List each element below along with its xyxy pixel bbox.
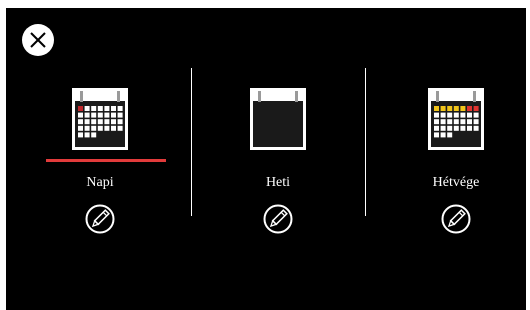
calendar-day-cell — [440, 112, 446, 118]
option-label-weekend: Hétvége — [432, 175, 480, 190]
calendar-day-cell — [78, 106, 83, 111]
option-weekly[interactable]: Heti — [191, 78, 365, 238]
calendar-day-cell — [97, 106, 103, 111]
calendar-day-cell — [440, 132, 446, 138]
calendar-day-cell — [97, 119, 103, 125]
calendar-day-cell — [117, 112, 123, 118]
close-button[interactable] — [22, 24, 54, 56]
option-label-weekly: Heti — [265, 175, 291, 190]
calendar-day-cell — [447, 132, 453, 138]
calendar-day-cell — [473, 106, 479, 111]
calendar-day-cell — [117, 125, 123, 131]
option-label-daily: Napi — [86, 175, 114, 190]
edit-button-weekly[interactable] — [263, 204, 293, 234]
pencil-edit-icon — [441, 204, 471, 234]
calendar-day-cell — [111, 112, 116, 118]
calendar-day-cell — [84, 132, 90, 138]
calendar-day-cell — [447, 125, 453, 131]
calendar-day-cell — [78, 119, 83, 125]
calendar-day-cell — [473, 119, 479, 125]
calendar-day-cell — [453, 119, 459, 125]
calendar-day-cell — [111, 125, 116, 131]
calendar-day-cell — [467, 106, 472, 111]
calendar-day-cell — [440, 125, 446, 131]
calendar-day-cell — [111, 119, 116, 125]
calendar-day-cell — [434, 112, 439, 118]
option-daily[interactable]: Napi — [13, 78, 187, 238]
calendar-day-cell — [84, 112, 90, 118]
calendar-weekend-icon — [428, 88, 484, 150]
calendar-day-cell — [117, 119, 123, 125]
calendar-day-cell — [434, 106, 439, 111]
calendar-day-cell — [91, 132, 97, 138]
calendar-day-cell — [84, 106, 90, 111]
calendar-day-cell — [453, 125, 459, 131]
calendar-day-cell — [78, 132, 83, 138]
calendar-day-cell — [460, 112, 466, 118]
calendar-day-cell — [447, 119, 453, 125]
edit-button-weekend[interactable] — [441, 204, 471, 234]
calendar-day-cell — [447, 106, 453, 111]
calendar-day-cell — [453, 112, 459, 118]
calendar-day-cell — [447, 112, 453, 118]
calendar-day-cell — [84, 119, 90, 125]
calendar-day-cell — [460, 106, 466, 111]
calendar-day-cell — [434, 119, 439, 125]
close-icon — [30, 32, 46, 48]
calendar-day-cell — [91, 106, 97, 111]
calendar-day-cell — [467, 119, 472, 125]
selected-indicator — [46, 159, 166, 162]
calendar-day-cell — [97, 112, 103, 118]
calendar-day-cell — [104, 125, 110, 131]
calendar-day-cell — [84, 125, 90, 131]
pencil-edit-icon — [85, 204, 115, 234]
calendar-day-cell — [78, 125, 83, 131]
column-divider — [365, 68, 366, 216]
calendar-day-cell — [117, 106, 123, 111]
calendar-day-cell — [97, 125, 103, 131]
calendar-day-cell — [91, 112, 97, 118]
calendar-day-cell — [104, 106, 110, 111]
calendar-day-cell — [440, 119, 446, 125]
calendar-day-cell — [460, 125, 466, 131]
calendar-day-cell — [440, 106, 446, 111]
pencil-edit-icon — [263, 204, 293, 234]
edit-button-daily[interactable] — [85, 204, 115, 234]
calendar-day-cell — [91, 119, 97, 125]
calendar-day-cell — [460, 119, 466, 125]
calendar-day-cell — [473, 125, 479, 131]
schedule-type-dialog: Napi Heti Hétvége — [6, 8, 526, 310]
option-weekend[interactable]: Hétvége — [369, 78, 526, 238]
calendar-day-cell — [467, 112, 472, 118]
calendar-day-cell — [473, 112, 479, 118]
calendar-day-cell — [104, 119, 110, 125]
calendar-day-cell — [453, 106, 459, 111]
calendar-day-cell — [91, 125, 97, 131]
calendar-day-cell — [434, 125, 439, 131]
calendar-weekly-icon — [250, 88, 306, 150]
calendar-day-cell — [78, 112, 83, 118]
calendar-daily-icon — [72, 88, 128, 150]
calendar-day-cell — [104, 112, 110, 118]
calendar-day-cell — [111, 106, 116, 111]
calendar-day-cell — [467, 125, 472, 131]
calendar-day-cell — [434, 132, 439, 138]
